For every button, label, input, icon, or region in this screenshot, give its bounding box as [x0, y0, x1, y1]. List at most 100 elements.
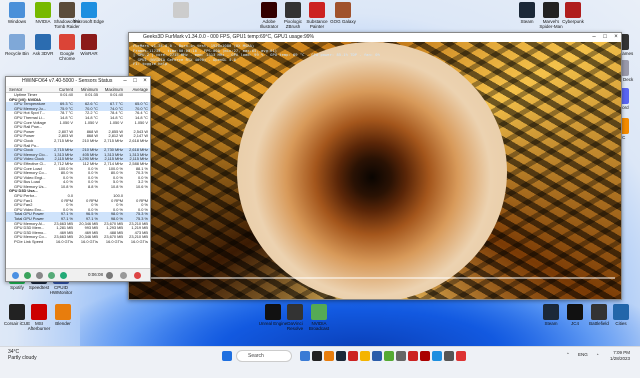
app-icon [9, 2, 25, 18]
taskbar-app-icon[interactable] [396, 351, 406, 361]
taskbar-app-icon[interactable] [384, 351, 394, 361]
clock-icon[interactable] [106, 272, 113, 279]
hwinfo-toolbar: 0:06:08 [6, 268, 150, 281]
desktop-icon[interactable] [166, 2, 196, 19]
search-box[interactable]: Search [236, 350, 292, 362]
app-icon [81, 34, 97, 50]
app-icon [543, 2, 559, 18]
desktop-icon-label: Cyberpunk [562, 19, 584, 24]
app-icon [55, 304, 71, 320]
start-icon[interactable] [222, 351, 232, 361]
app-icon [261, 2, 277, 18]
app-icon [311, 304, 327, 320]
weather-desc: Partly cloudy [8, 355, 37, 361]
osd-line: F1: toggle help [133, 61, 168, 67]
fur-donut [237, 42, 507, 299]
minimize-icon[interactable]: – [120, 77, 130, 86]
app-icon [567, 304, 583, 320]
desktop-icon-label: CPUID HWMonitor [49, 285, 73, 295]
app-icon [285, 2, 301, 18]
close-icon[interactable]: × [611, 33, 621, 42]
sensor-row[interactable]: PCIe Link Speed 16.0 GT/s 16.0 GT/s 16.0 GT… [6, 240, 150, 245]
desktop-icon[interactable]: WinRAR [74, 34, 104, 56]
sensor-value: 16.0 GT/s [130, 240, 148, 244]
maximize-icon[interactable]: □ [600, 33, 610, 42]
taskbar-app-icon[interactable] [420, 351, 430, 361]
app-icon [613, 304, 629, 320]
desktop-icon-label: Cities [615, 321, 627, 326]
app-icon [265, 304, 281, 320]
clock[interactable]: 7:09 PM 1/28/2023 [610, 350, 630, 362]
furmark-titlebar[interactable]: Geeks3D FurMark v1.34.0.0 - 000 FPS, GPU… [129, 33, 621, 42]
app-icon [591, 304, 607, 320]
taskbar-app-icon[interactable] [456, 351, 466, 361]
desktop-icon-label: Blender [55, 321, 71, 326]
network-icon[interactable] [36, 272, 43, 279]
app-icon [59, 2, 75, 18]
close-icon[interactable]: × [140, 77, 150, 86]
furmark-osd: FurMark v1.34.0.0 - Burn-in test, 1920x1… [133, 43, 380, 67]
desktop-icon[interactable]: GOG Galaxy [328, 2, 358, 24]
sensor-name: PCIe Link Speed [14, 240, 44, 244]
column-header[interactable]: Minimum [75, 86, 100, 92]
desktop-icon[interactable]: NVIDIA Broadcast [304, 304, 334, 331]
taskbar-app-icon[interactable] [408, 351, 418, 361]
taskbar-app-icon[interactable] [372, 351, 382, 361]
expand-icon[interactable] [24, 272, 31, 279]
language-indicator[interactable]: ENG [578, 352, 588, 357]
taskbar-app-icon[interactable] [348, 351, 358, 361]
app-icon [9, 304, 25, 320]
column-header[interactable]: Maximum [100, 86, 125, 92]
window-title: HWiNFO64 v7.40-5000 - Sensors Status [22, 78, 113, 84]
desktop-icon[interactable]: Cities [606, 304, 636, 326]
settings-icon[interactable] [120, 272, 127, 279]
close-sensors-icon[interactable] [134, 272, 141, 279]
column-header[interactable]: Average [125, 86, 150, 92]
navigate-icon[interactable] [12, 272, 19, 279]
furmark-render-view: FurMark v1.34.0.0 - Burn-in test, 1920x1… [129, 42, 621, 299]
app-icon [9, 34, 25, 50]
sensors-icon[interactable] [48, 272, 55, 279]
taskbar-app-icon[interactable] [300, 351, 310, 361]
app-icon [335, 2, 351, 18]
taskbar-app-icon[interactable] [312, 351, 322, 361]
maximize-icon[interactable]: □ [130, 77, 140, 86]
tray-chevron-icon[interactable]: ⌃ [566, 352, 570, 358]
report-icon[interactable] [60, 272, 67, 279]
hwinfo-window[interactable]: HWiNFO64 v7.40-5000 - Sensors Status – □… [5, 76, 151, 282]
furmark-window[interactable]: Geeks3D FurMark v1.34.0.0 - 000 FPS, GPU… [128, 32, 622, 300]
taskbar-app-icon[interactable] [360, 351, 370, 361]
hwinfo-titlebar[interactable]: HWiNFO64 v7.40-5000 - Sensors Status – □… [6, 77, 150, 86]
taskbar-app-icon[interactable] [324, 351, 334, 361]
temperature-graph [139, 277, 615, 279]
sensor-value: 16.0 GT/s [105, 240, 123, 244]
app-icon [35, 2, 51, 18]
sensor-value: 16.0 GT/s [80, 240, 98, 244]
sensor-table: Uptime Timer 0:01:40 0:01:35 0:01:40 GPU [#0… [6, 93, 150, 245]
elapsed-time: 0:06:08 [88, 272, 104, 277]
app-icon [35, 34, 51, 50]
desktop-icon[interactable]: Blender [48, 304, 78, 326]
app-icon [81, 2, 97, 18]
column-header[interactable]: Sensor [6, 86, 50, 92]
sensor-value: 16.0 GT/s [55, 240, 73, 244]
app-icon [59, 34, 75, 50]
desktop-icon-label: Microsoft Edge [74, 19, 104, 24]
desktop-icon[interactable]: Microsoft Edge [74, 2, 104, 24]
minimize-icon[interactable]: – [589, 33, 599, 42]
desktop-icon[interactable]: Cyberpunk [558, 2, 588, 24]
desktop-icon-label: GOG Galaxy [330, 19, 356, 24]
taskbar-app-icon[interactable] [336, 351, 346, 361]
taskbar-app-icon[interactable] [432, 351, 442, 361]
window-title: Geeks3D FurMark v1.34.0.0 - 000 FPS, GPU… [143, 34, 314, 40]
taskbar: 34°C Partly cloudy Search ⌃ ENG ◔ 7:09 P… [0, 346, 640, 378]
wifi-icon[interactable]: ◔ [596, 352, 599, 357]
lang-code: ENG [578, 352, 588, 357]
app-icon [31, 304, 47, 320]
desktop-icon-label: WinRAR [80, 51, 98, 56]
weather-widget[interactable]: 34°C Partly cloudy [8, 349, 37, 361]
taskbar-app-icon[interactable] [444, 351, 454, 361]
app-icon [287, 304, 303, 320]
app-icon [173, 2, 189, 18]
column-header[interactable]: Current [50, 86, 75, 92]
